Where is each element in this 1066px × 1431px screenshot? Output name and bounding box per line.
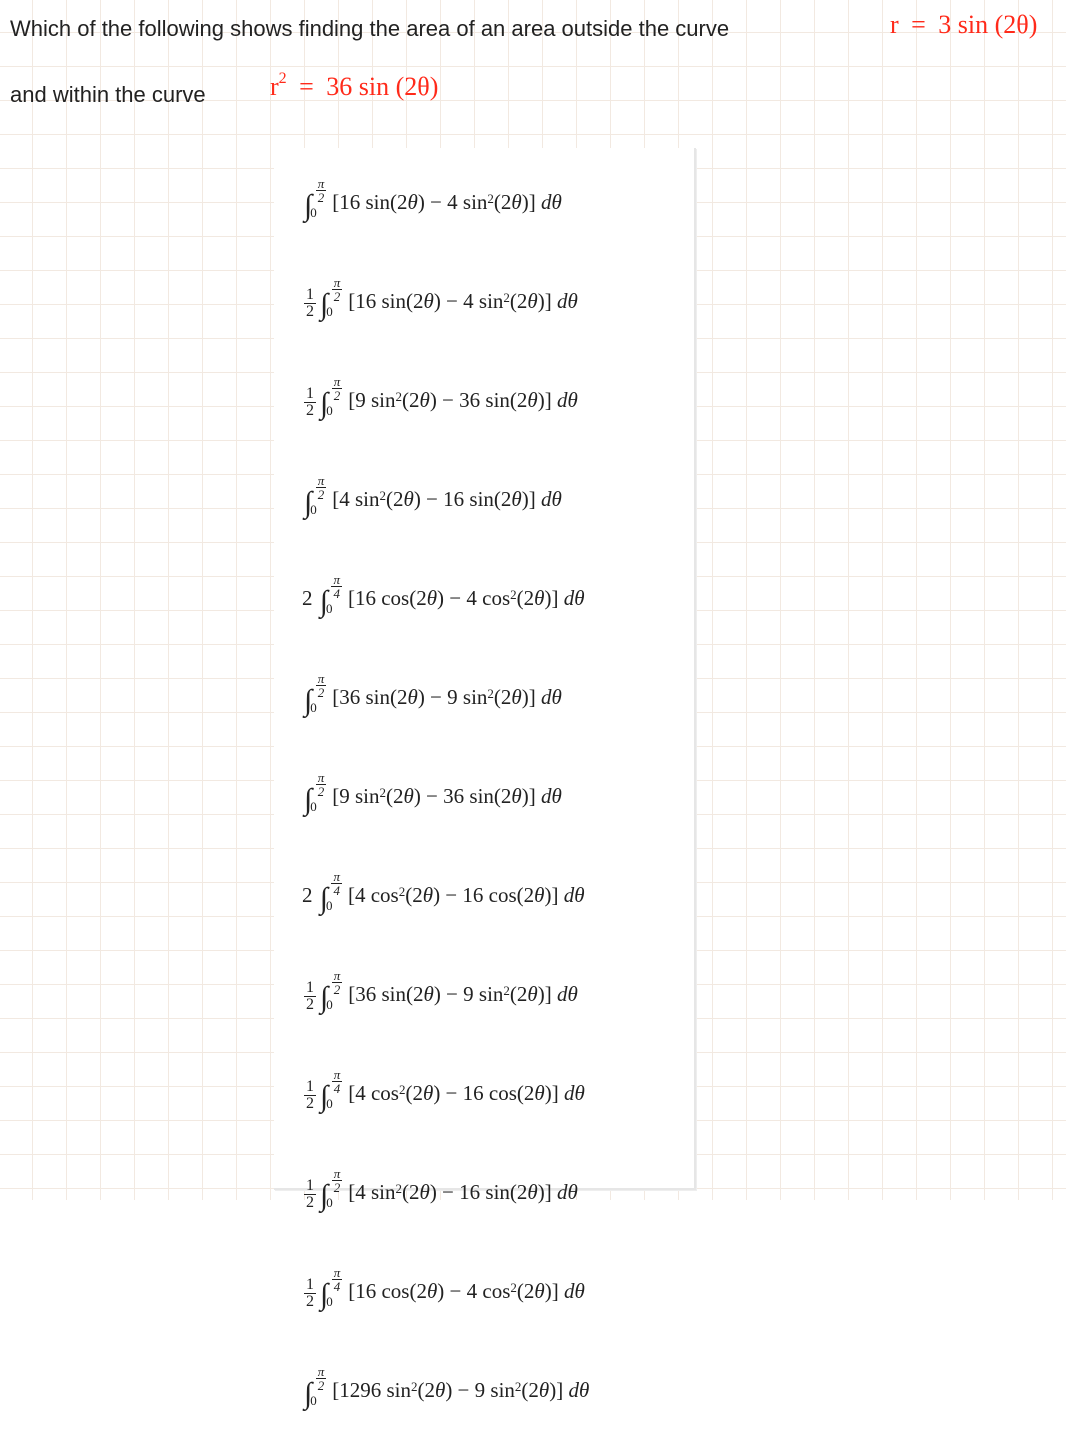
hw-eq2-sup: 2 <box>279 70 287 87</box>
answer-option[interactable]: 2 ∫0π4[16 cos(2θ) − 4 cos2(2θ)] dθ <box>302 572 672 619</box>
answer-option[interactable]: ∫0π2[4 sin2(2θ) − 16 sin(2θ)] dθ <box>302 473 672 520</box>
hw-eq1-equals: = <box>911 10 926 39</box>
option-body: [4 cos2(2θ) − 16 cos(2θ)] dθ <box>348 1081 585 1105</box>
answer-option[interactable]: 12∫0π4[4 cos2(2θ) − 16 cos(2θ)] dθ <box>302 1067 672 1114</box>
option-body: [16 cos(2θ) − 4 cos2(2θ)] dθ <box>348 1279 585 1303</box>
option-body: [36 sin(2θ) − 9 sin2(2θ)] dθ <box>348 982 578 1006</box>
answer-option[interactable]: 12∫0π2[16 sin(2θ) − 4 sin2(2θ)] dθ <box>302 275 672 322</box>
hw-eq1-r: r <box>890 10 899 39</box>
answer-option[interactable]: 12∫0π2[36 sin(2θ) − 9 sin2(2θ)] dθ <box>302 968 672 1015</box>
hw-eq2-r: r <box>270 72 279 101</box>
answer-option[interactable]: ∫0π2[36 sin(2θ) − 9 sin2(2θ)] dθ <box>302 671 672 718</box>
option-body: [1296 sin2(2θ) − 9 sin2(2θ)] dθ <box>332 1378 589 1402</box>
answer-option[interactable]: 12∫0π4[16 cos(2θ) − 4 cos2(2θ)] dθ <box>302 1265 672 1312</box>
handwritten-equation-1: r = 3 sin (2θ) <box>890 10 1037 40</box>
answer-option[interactable]: 12∫0π2[9 sin2(2θ) − 36 sin(2θ)] dθ <box>302 374 672 421</box>
option-body: [16 sin(2θ) − 4 sin2(2θ)] dθ <box>348 289 578 313</box>
option-body: [16 cos(2θ) − 4 cos2(2θ)] dθ <box>348 586 585 610</box>
option-body: [9 sin2(2θ) − 36 sin(2θ)] dθ <box>348 388 578 412</box>
answer-option[interactable]: ∫0π2[16 sin(2θ) − 4 sin2(2θ)] dθ <box>302 176 672 223</box>
answer-option[interactable]: ∫0π2[9 sin2(2θ) − 36 sin(2θ)] dθ <box>302 770 672 817</box>
answer-option[interactable]: 12∫0π2[4 sin2(2θ) − 16 sin(2θ)] dθ <box>302 1166 672 1213</box>
hw-eq1-rhs: 3 sin (2θ) <box>938 10 1037 39</box>
option-body: [4 sin2(2θ) − 16 sin(2θ)] dθ <box>332 487 562 511</box>
option-body: [4 cos2(2θ) − 16 cos(2θ)] dθ <box>348 883 585 907</box>
option-body: [9 sin2(2θ) − 36 sin(2θ)] dθ <box>332 784 562 808</box>
question-text-line2: and within the curve <box>10 82 206 108</box>
answer-options-panel: ∫0π2[16 sin(2θ) − 4 sin2(2θ)] dθ 12∫0π2[1… <box>274 148 696 1190</box>
hw-eq2-rhs: 36 sin (2θ) <box>326 72 438 101</box>
answer-option[interactable]: 2 ∫0π4[4 cos2(2θ) − 16 cos(2θ)] dθ <box>302 869 672 916</box>
option-body: [4 sin2(2θ) − 16 sin(2θ)] dθ <box>348 1180 578 1204</box>
answer-option[interactable]: ∫0π2[1296 sin2(2θ) − 9 sin2(2θ)] dθ <box>302 1364 672 1411</box>
option-body: [36 sin(2θ) − 9 sin2(2θ)] dθ <box>332 685 562 709</box>
option-body: [16 sin(2θ) − 4 sin2(2θ)] dθ <box>332 190 562 214</box>
hw-eq2-equals: = <box>299 72 314 101</box>
handwritten-equation-2: r2 = 36 sin (2θ) <box>270 72 438 102</box>
question-text-line1: Which of the following shows finding the… <box>10 16 729 42</box>
